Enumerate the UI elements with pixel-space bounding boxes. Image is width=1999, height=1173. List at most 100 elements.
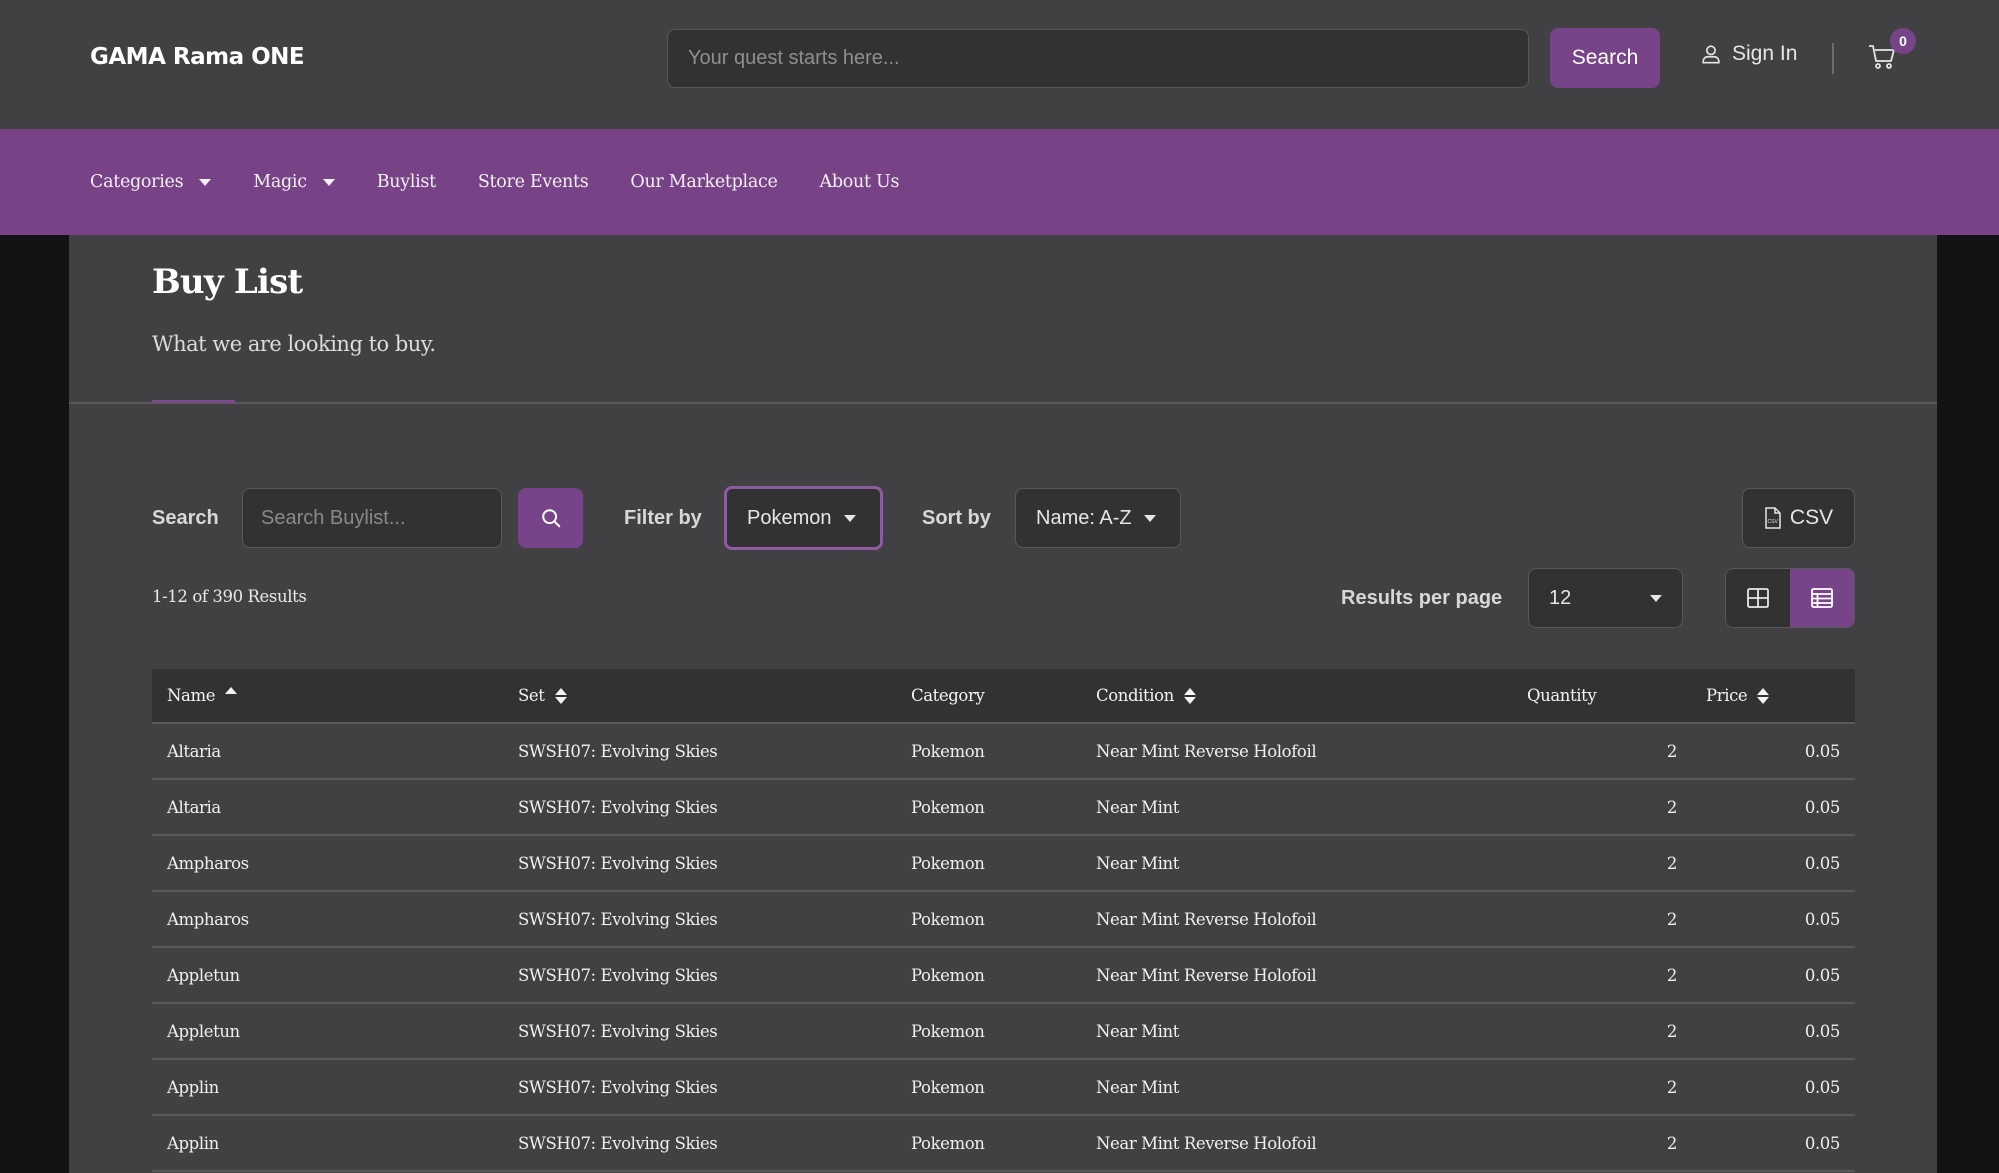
table-row[interactable]: Ampharos SWSH07: Evolving Skies Pokemon … — [152, 892, 1855, 948]
nav-item-buylist[interactable]: Buylist — [377, 172, 436, 192]
cell-set: SWSH07: Evolving Skies — [518, 1077, 718, 1097]
site-header: GAMA Rama ONE Search Sign In 0 — [0, 0, 1999, 129]
caret-down-icon — [322, 178, 335, 186]
cell-category: Pokemon — [911, 741, 985, 761]
sort-ascending-icon — [225, 687, 238, 694]
cell-quantity: 2 — [1666, 1077, 1678, 1097]
nav-item-about-us[interactable]: About Us — [820, 172, 900, 192]
nav-item-label: Buylist — [376, 172, 436, 192]
site-logo[interactable]: GAMA Rama ONE — [90, 44, 305, 70]
per-page-select[interactable]: 12 — [1528, 568, 1683, 628]
buylist-search-button[interactable] — [518, 488, 583, 548]
cell-price: 0.05 — [1804, 741, 1841, 761]
per-page-value: 12 — [1549, 586, 1572, 609]
caret-down-icon — [1143, 514, 1156, 522]
nav-item-magic[interactable]: Magic — [253, 172, 335, 192]
cell-condition: Near Mint — [1096, 1077, 1180, 1097]
main-content: Buy List What we are looking to buy. Sea… — [69, 235, 1937, 1173]
cell-set: SWSH07: Evolving Skies — [518, 1133, 718, 1153]
cell-category: Pokemon — [911, 797, 985, 817]
sort-value: Name: A-Z — [1036, 506, 1132, 529]
list-view-button[interactable] — [1790, 569, 1854, 627]
cell-name: Appletun — [167, 965, 240, 985]
nav-item-categories[interactable]: Categories — [90, 172, 212, 192]
column-label: Price — [1706, 686, 1748, 705]
csv-export-button[interactable]: CSV CSV — [1742, 488, 1855, 548]
table-header: Name Set Category Condition Quantity Pri… — [152, 669, 1855, 724]
filter-label: Filter by — [624, 507, 702, 529]
table-list-icon — [1811, 588, 1833, 608]
caret-down-icon — [843, 514, 856, 522]
cell-set: SWSH07: Evolving Skies — [518, 741, 718, 761]
sort-icon — [1757, 687, 1770, 704]
column-header-condition[interactable]: Condition — [1096, 686, 1196, 705]
user-icon — [1702, 45, 1720, 64]
caret-down-icon — [199, 178, 212, 186]
cell-category: Pokemon — [911, 965, 985, 985]
nav-item-store-events[interactable]: Store Events — [478, 172, 589, 192]
table-row[interactable]: Altaria SWSH07: Evolving Skies Pokemon N… — [152, 780, 1855, 836]
cell-price: 0.05 — [1804, 1077, 1841, 1097]
sign-in-link[interactable]: Sign In — [1700, 42, 1797, 66]
cell-condition: Near Mint — [1096, 1021, 1180, 1041]
cell-name: Altaria — [167, 797, 221, 817]
search-label: Search — [152, 507, 219, 529]
table-row[interactable]: Applin SWSH07: Evolving Skies Pokemon Ne… — [152, 1060, 1855, 1116]
column-label: Quantity — [1527, 686, 1597, 705]
grid-view-button[interactable] — [1726, 569, 1790, 627]
cell-name: Ampharos — [167, 853, 249, 873]
table-row[interactable]: Appletun SWSH07: Evolving Skies Pokemon … — [152, 1004, 1855, 1060]
column-label: Name — [167, 686, 216, 705]
cell-category: Pokemon — [911, 853, 985, 873]
sign-in-label: Sign In — [1732, 42, 1798, 65]
column-label: Set — [518, 686, 545, 705]
table-row[interactable]: Ampharos SWSH07: Evolving Skies Pokemon … — [152, 836, 1855, 892]
cell-price: 0.05 — [1804, 1021, 1841, 1041]
cell-condition: Near Mint Reverse Holofoil — [1096, 1133, 1317, 1153]
results-count: 1-12 of 390 Results — [152, 587, 307, 606]
csv-label: CSV — [1789, 506, 1834, 529]
column-header-quantity: Quantity — [1527, 686, 1597, 705]
cell-quantity: 2 — [1666, 741, 1678, 761]
cell-condition: Near Mint Reverse Holofoil — [1096, 909, 1317, 929]
sort-select[interactable]: Name: A-Z — [1015, 488, 1181, 548]
cell-quantity: 2 — [1666, 1133, 1678, 1153]
column-header-name[interactable]: Name — [167, 686, 238, 705]
cell-price: 0.05 — [1804, 797, 1841, 817]
cell-category: Pokemon — [911, 1021, 985, 1041]
cell-category: Pokemon — [911, 909, 985, 929]
site-search-button[interactable]: Search — [1550, 28, 1660, 88]
nav-item-our-marketplace[interactable]: Our Marketplace — [630, 172, 777, 192]
cell-set: SWSH07: Evolving Skies — [518, 1021, 718, 1041]
cell-price: 0.05 — [1804, 909, 1841, 929]
buylist-table: Name Set Category Condition Quantity Pri… — [152, 669, 1855, 1172]
column-label: Condition — [1096, 686, 1174, 705]
title-divider — [69, 402, 1937, 404]
column-label: Category — [911, 686, 985, 705]
cell-set: SWSH07: Evolving Skies — [518, 909, 718, 929]
cart-count-badge: 0 — [1890, 28, 1916, 54]
table-row[interactable]: Applin SWSH07: Evolving Skies Pokemon Ne… — [152, 1116, 1855, 1172]
filter-select[interactable]: Pokemon — [724, 486, 883, 550]
cell-condition: Near Mint Reverse Holofoil — [1096, 741, 1317, 761]
column-header-category: Category — [911, 686, 985, 705]
cell-quantity: 2 — [1666, 1021, 1678, 1041]
search-icon — [541, 509, 560, 528]
site-search-input[interactable] — [667, 29, 1529, 88]
cell-name: Altaria — [167, 741, 221, 761]
table-row[interactable]: Altaria SWSH07: Evolving Skies Pokemon N… — [152, 724, 1855, 780]
nav-item-label: Our Marketplace — [630, 172, 778, 192]
cell-name: Ampharos — [167, 909, 249, 929]
buylist-search-input[interactable] — [242, 488, 502, 548]
cell-condition: Near Mint — [1096, 853, 1180, 873]
cell-quantity: 2 — [1666, 909, 1678, 929]
cell-set: SWSH07: Evolving Skies — [518, 797, 718, 817]
nav-item-label: Magic — [253, 172, 307, 192]
cell-quantity: 2 — [1666, 965, 1678, 985]
column-header-set[interactable]: Set — [518, 686, 567, 705]
main-nav: Categories Magic Buylist Store Events Ou… — [0, 129, 1999, 235]
nav-item-label: About Us — [819, 172, 900, 192]
table-row[interactable]: Appletun SWSH07: Evolving Skies Pokemon … — [152, 948, 1855, 1004]
cell-name: Applin — [167, 1133, 219, 1153]
column-header-price[interactable]: Price — [1706, 686, 1770, 705]
